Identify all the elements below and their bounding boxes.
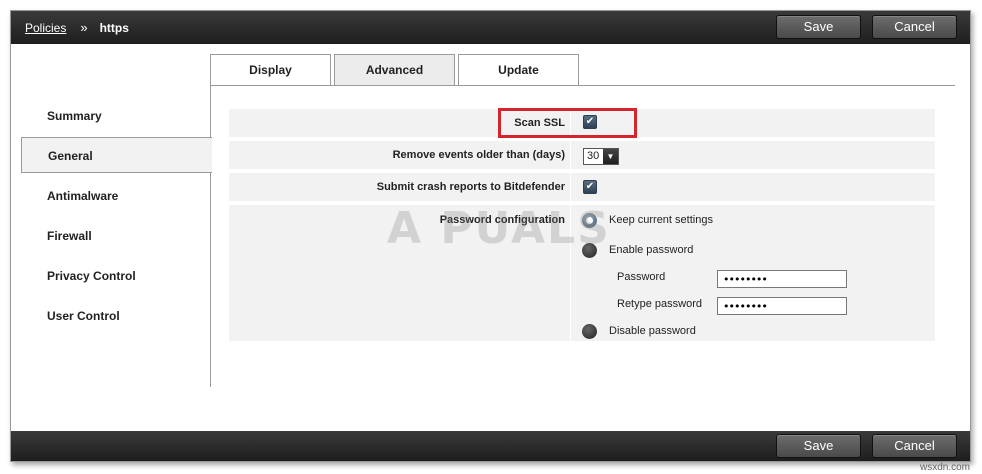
keep-current-settings-label: Keep current settings — [609, 214, 713, 226]
bottom-save-button[interactable]: Save — [776, 434, 861, 458]
sidebar-item-firewall[interactable]: Firewall — [11, 218, 211, 254]
breadcrumb-current: https — [99, 20, 129, 35]
password-field-label: Password — [617, 271, 666, 283]
remove-events-label: Remove events older than (days) — [392, 149, 565, 161]
tab-underline — [210, 85, 955, 86]
row-divider — [570, 173, 571, 201]
crash-reports-checkbox[interactable]: ✔ — [583, 180, 597, 194]
tab-advanced[interactable]: Advanced — [334, 54, 455, 85]
sidebar-item-general[interactable]: General — [21, 137, 212, 173]
sidebar-item-user-control[interactable]: User Control — [11, 298, 211, 334]
row-divider — [570, 141, 571, 169]
crash-reports-label: Submit crash reports to Bitdefender — [376, 181, 565, 193]
top-cancel-button[interactable]: Cancel — [872, 15, 957, 39]
retype-password-input[interactable] — [717, 297, 847, 315]
bottom-toolbar: Save Cancel — [11, 431, 970, 461]
breadcrumb: Policies » https — [25, 20, 129, 35]
appuals-watermark-logo: A PUALS — [387, 203, 611, 254]
remove-events-days-select[interactable]: 30 ▼ — [583, 148, 619, 165]
sidebar-item-privacy-control[interactable]: Privacy Control — [11, 258, 211, 294]
setting-row-remove-events: Remove events older than (days) 30 ▼ — [229, 141, 935, 169]
sidebar-item-summary[interactable]: Summary — [11, 98, 211, 134]
breadcrumb-policies-link[interactable]: Policies — [25, 21, 66, 35]
disable-password-label: Disable password — [609, 325, 696, 337]
tab-display[interactable]: Display — [210, 54, 331, 85]
site-watermark: wsxdn.com — [919, 462, 970, 473]
scan-ssl-highlight-box — [498, 108, 637, 138]
checkmark-icon: ✔ — [585, 181, 595, 192]
top-toolbar: Policies » https Save Cancel — [11, 11, 970, 44]
remove-events-days-value: 30 — [587, 150, 600, 162]
sidebar-item-antimalware[interactable]: Antimalware — [11, 178, 211, 214]
breadcrumb-separator: » — [80, 20, 88, 35]
bottom-cancel-button[interactable]: Cancel — [872, 434, 957, 458]
retype-password-label: Retype password — [617, 298, 702, 310]
chevron-down-icon: ▼ — [603, 149, 618, 164]
sidebar-nav: Summary General Antimalware Firewall Pri… — [11, 83, 212, 387]
enable-password-label: Enable password — [609, 244, 694, 256]
setting-row-crash-reports: Submit crash reports to Bitdefender ✔ — [229, 173, 935, 201]
tab-update[interactable]: Update — [458, 54, 579, 85]
disable-password-radio[interactable] — [582, 324, 597, 339]
top-save-button[interactable]: Save — [776, 15, 861, 39]
password-input[interactable] — [717, 270, 847, 288]
policy-window: Policies » https Save Cancel Display Adv… — [10, 10, 971, 462]
